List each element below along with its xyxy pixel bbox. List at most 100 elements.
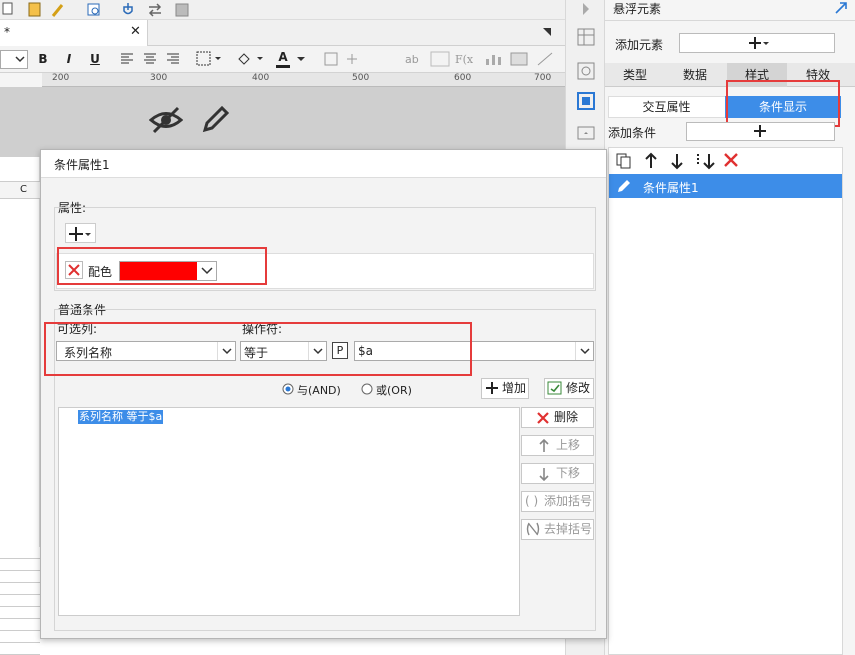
plug-icon[interactable] xyxy=(119,1,137,19)
italic-button[interactable]: I xyxy=(63,50,75,68)
panel-title: 悬浮元素 xyxy=(613,2,662,16)
paste-icon[interactable] xyxy=(26,1,44,19)
document-tab[interactable]: * ✕ xyxy=(0,20,148,46)
condition-list-item[interactable]: 系列名称 等于$a xyxy=(78,410,164,424)
move-up-button-label: 上移 xyxy=(556,438,581,452)
delete-icon[interactable] xyxy=(722,151,740,169)
condition-list-panel: 条件属性1 xyxy=(608,147,843,655)
add-button-label: 增加 xyxy=(502,381,527,395)
align-right-icon[interactable] xyxy=(166,52,180,66)
move-up-button[interactable]: 上移 xyxy=(521,435,594,456)
sheet-grid-bottom xyxy=(40,637,565,655)
document-tabbar: * ✕ xyxy=(0,20,565,46)
bracket-icon: ( ) xyxy=(525,494,539,508)
font-color-button[interactable]: A xyxy=(276,50,290,68)
highlight-box xyxy=(726,80,840,127)
chevron-down-icon[interactable] xyxy=(296,56,306,64)
report-canvas[interactable] xyxy=(0,87,565,157)
radio-and-label: 与(AND) xyxy=(297,384,341,397)
arrow-up-icon xyxy=(538,439,550,453)
tab-data[interactable]: 数据 xyxy=(665,63,725,87)
preview-icon[interactable] xyxy=(85,1,103,19)
condition-list-item[interactable]: 条件属性1 xyxy=(609,174,842,198)
close-icon[interactable]: ✕ xyxy=(130,24,141,39)
plus-icon xyxy=(69,226,93,242)
arrow-up-icon[interactable] xyxy=(643,152,659,170)
chart-icon[interactable] xyxy=(484,51,502,67)
radio-or[interactable] xyxy=(361,383,373,395)
chevron-down-icon xyxy=(575,342,593,360)
delete-button[interactable]: 删除 xyxy=(521,407,594,428)
delete-button-label: 删除 xyxy=(554,410,579,424)
slash-icon[interactable] xyxy=(536,51,554,67)
highlight-box xyxy=(44,322,472,376)
dialog-title: 条件属性1 xyxy=(41,150,606,178)
add-condition-label: 添加条件 xyxy=(608,126,657,140)
ruler-mark: 400 xyxy=(252,73,270,83)
underline-button[interactable]: U xyxy=(88,50,102,68)
move-bottom-icon[interactable] xyxy=(695,152,715,170)
highlight-box xyxy=(57,247,267,285)
ruler-mark: 600 xyxy=(454,73,472,83)
play-icon[interactable] xyxy=(575,0,597,22)
resize-icon[interactable] xyxy=(834,1,848,15)
align-center-icon[interactable] xyxy=(143,52,157,66)
fill-color-icon[interactable] xyxy=(236,51,266,67)
add-attribute-button[interactable] xyxy=(65,223,96,243)
split-cells-icon[interactable] xyxy=(345,51,359,67)
plus-icon xyxy=(486,382,498,394)
bold-button[interactable]: B xyxy=(36,50,50,68)
add-condition-button[interactable] xyxy=(686,122,835,141)
remove-bracket-icon xyxy=(525,522,541,536)
expand-icon[interactable] xyxy=(541,26,553,38)
border-icon[interactable] xyxy=(196,51,224,67)
radio-or-label: 或(OR) xyxy=(376,384,412,397)
font-size-combo[interactable] xyxy=(0,50,28,69)
add-bracket-button[interactable]: ( ) 添加括号 xyxy=(521,491,594,512)
tab-type[interactable]: 类型 xyxy=(605,63,665,87)
modify-button[interactable]: 修改 xyxy=(544,378,594,399)
copy-icon[interactable] xyxy=(615,152,633,170)
remove-bracket-button-label: 去掉括号 xyxy=(544,522,593,536)
arrow-down-icon xyxy=(538,467,550,481)
ruler-mark: 300 xyxy=(150,73,168,83)
document-tab-title: * xyxy=(4,25,10,39)
subtab-interaction[interactable]: 交互属性 xyxy=(608,96,725,118)
plus-icon xyxy=(748,35,770,51)
function-icon[interactable]: F(x) xyxy=(455,51,473,67)
float-element-icon[interactable] xyxy=(575,90,597,112)
modify-button-label: 修改 xyxy=(566,381,591,395)
ruler-mark: 500 xyxy=(352,73,370,83)
cell-attr-icon[interactable] xyxy=(575,26,597,48)
formula-icon[interactable] xyxy=(430,51,450,67)
svg-text:F(x): F(x) xyxy=(455,53,473,66)
move-down-button[interactable]: 下移 xyxy=(521,463,594,484)
ruler: 200 300 400 500 600 700 xyxy=(42,73,565,87)
column-header: C xyxy=(20,184,27,195)
radio-and[interactable] xyxy=(282,383,294,395)
condition-list: 系列名称 等于$a xyxy=(58,407,520,616)
ruler-mark: 700 xyxy=(534,73,552,83)
picture-icon[interactable] xyxy=(510,51,528,67)
plus-icon xyxy=(753,124,767,138)
add-button[interactable]: 增加 xyxy=(481,378,529,399)
panel-icon[interactable] xyxy=(575,122,597,144)
edit-icon[interactable] xyxy=(200,103,232,135)
svg-text:ab: ab xyxy=(405,53,419,66)
condition-list-item-label: 条件属性1 xyxy=(643,181,699,195)
add-element-button[interactable] xyxy=(679,33,835,53)
add-element-label: 添加元素 xyxy=(615,38,664,52)
swap-icon[interactable] xyxy=(146,1,164,19)
copy-icon[interactable] xyxy=(0,1,18,19)
widget-icon[interactable] xyxy=(575,60,597,82)
remove-bracket-button[interactable]: 去掉括号 xyxy=(521,519,594,540)
text-field-icon[interactable]: ab xyxy=(405,51,423,67)
top-toolbar xyxy=(0,0,565,20)
hide-icon[interactable] xyxy=(149,105,183,135)
ruler-mark: 200 xyxy=(52,73,70,83)
image-icon[interactable] xyxy=(173,1,191,19)
align-left-icon[interactable] xyxy=(120,52,134,66)
merge-cells-icon[interactable] xyxy=(324,51,338,67)
format-painter-icon[interactable] xyxy=(50,1,68,19)
arrow-down-icon[interactable] xyxy=(669,152,685,170)
